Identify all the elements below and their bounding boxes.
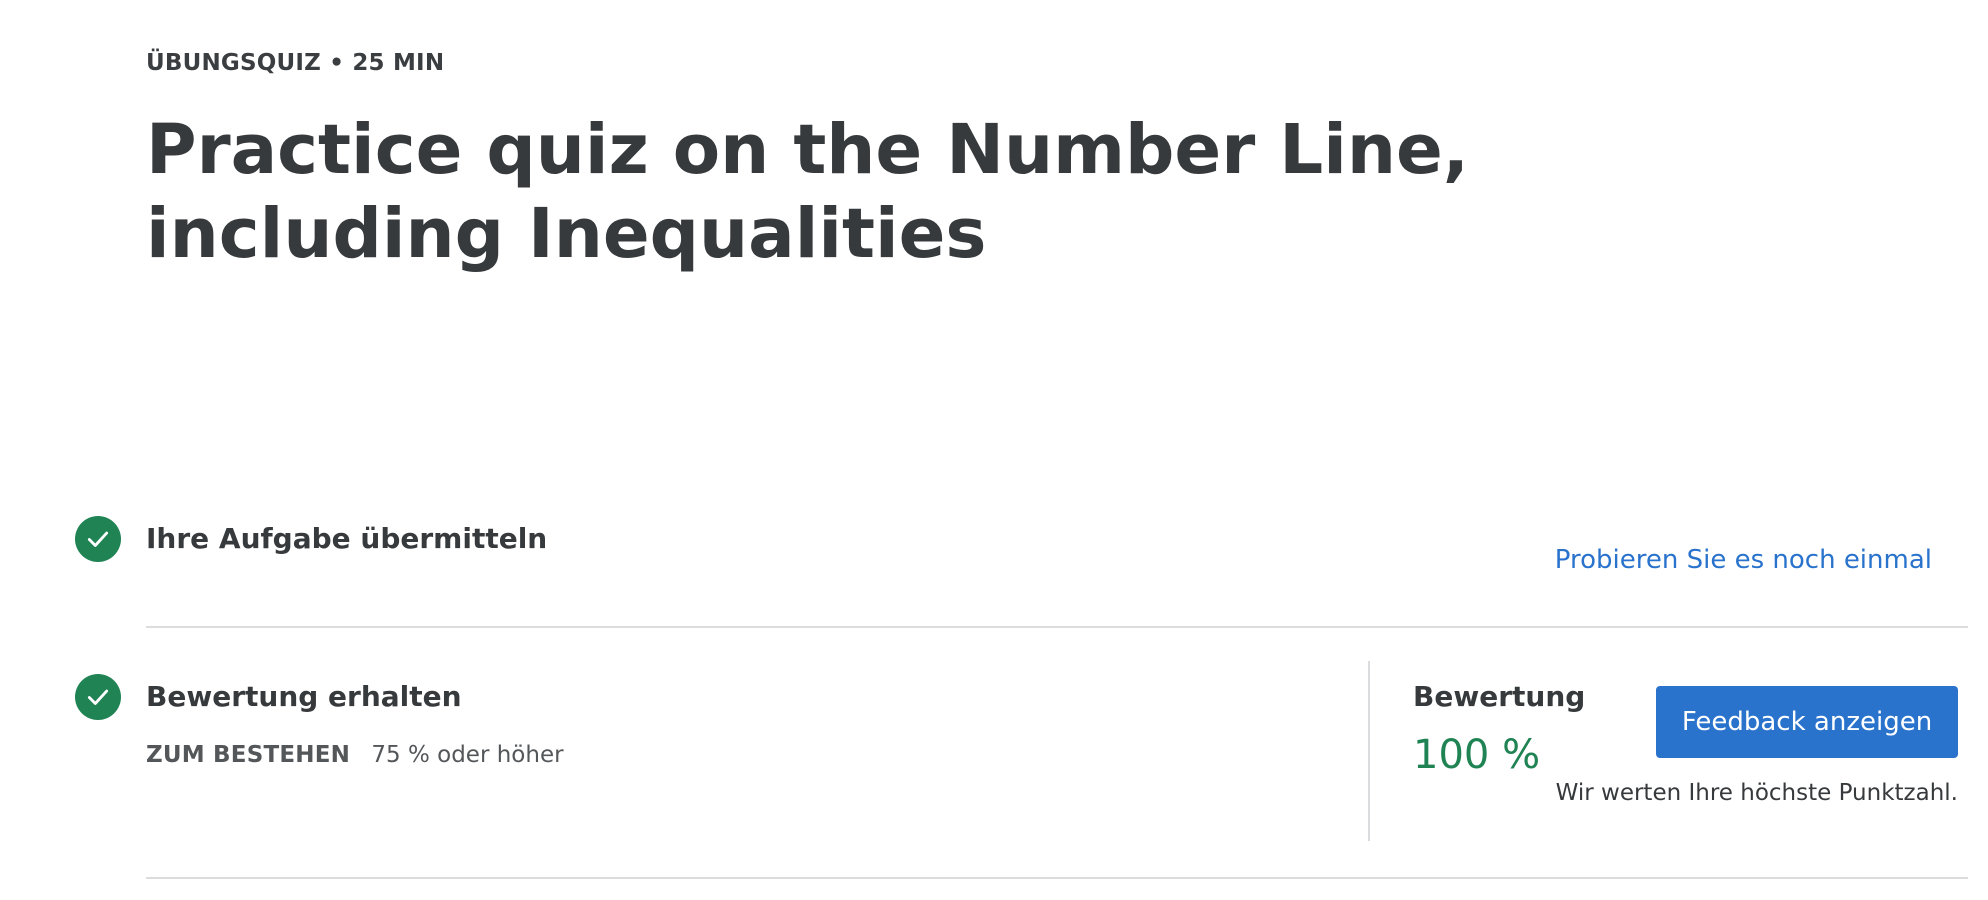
passing-value: 75 % oder höher xyxy=(371,742,564,768)
try-again-link[interactable]: Probieren Sie es noch einmal xyxy=(1555,545,1932,575)
highest-score-note: Wir werten Ihre höchste Punktzahl. xyxy=(1555,780,1958,806)
checkmark-icon xyxy=(87,531,109,547)
grade-column-divider xyxy=(1368,661,1370,841)
checkmark-icon xyxy=(87,689,109,705)
grade-value: 100 % xyxy=(1413,732,1541,778)
step-submit-title: Ihre Aufgabe übermitteln xyxy=(146,522,548,555)
section-divider xyxy=(146,877,1968,879)
section-divider xyxy=(146,626,1968,628)
passing-requirement: ZUM BESTEHEN 75 % oder höher xyxy=(146,742,564,768)
grade-label: Bewertung xyxy=(1413,680,1586,713)
page-title: Practice quiz on the Number Line, includ… xyxy=(146,110,1469,274)
step-grade-status-icon xyxy=(75,674,121,720)
step-submit-status-icon xyxy=(75,516,121,562)
step-grade-title: Bewertung erhalten xyxy=(146,680,462,713)
view-feedback-button[interactable]: Feedback anzeigen xyxy=(1656,686,1958,758)
passing-label: ZUM BESTEHEN xyxy=(146,742,351,768)
quiz-eyebrow: ÜBUNGSQUIZ • 25 MIN xyxy=(146,50,445,76)
